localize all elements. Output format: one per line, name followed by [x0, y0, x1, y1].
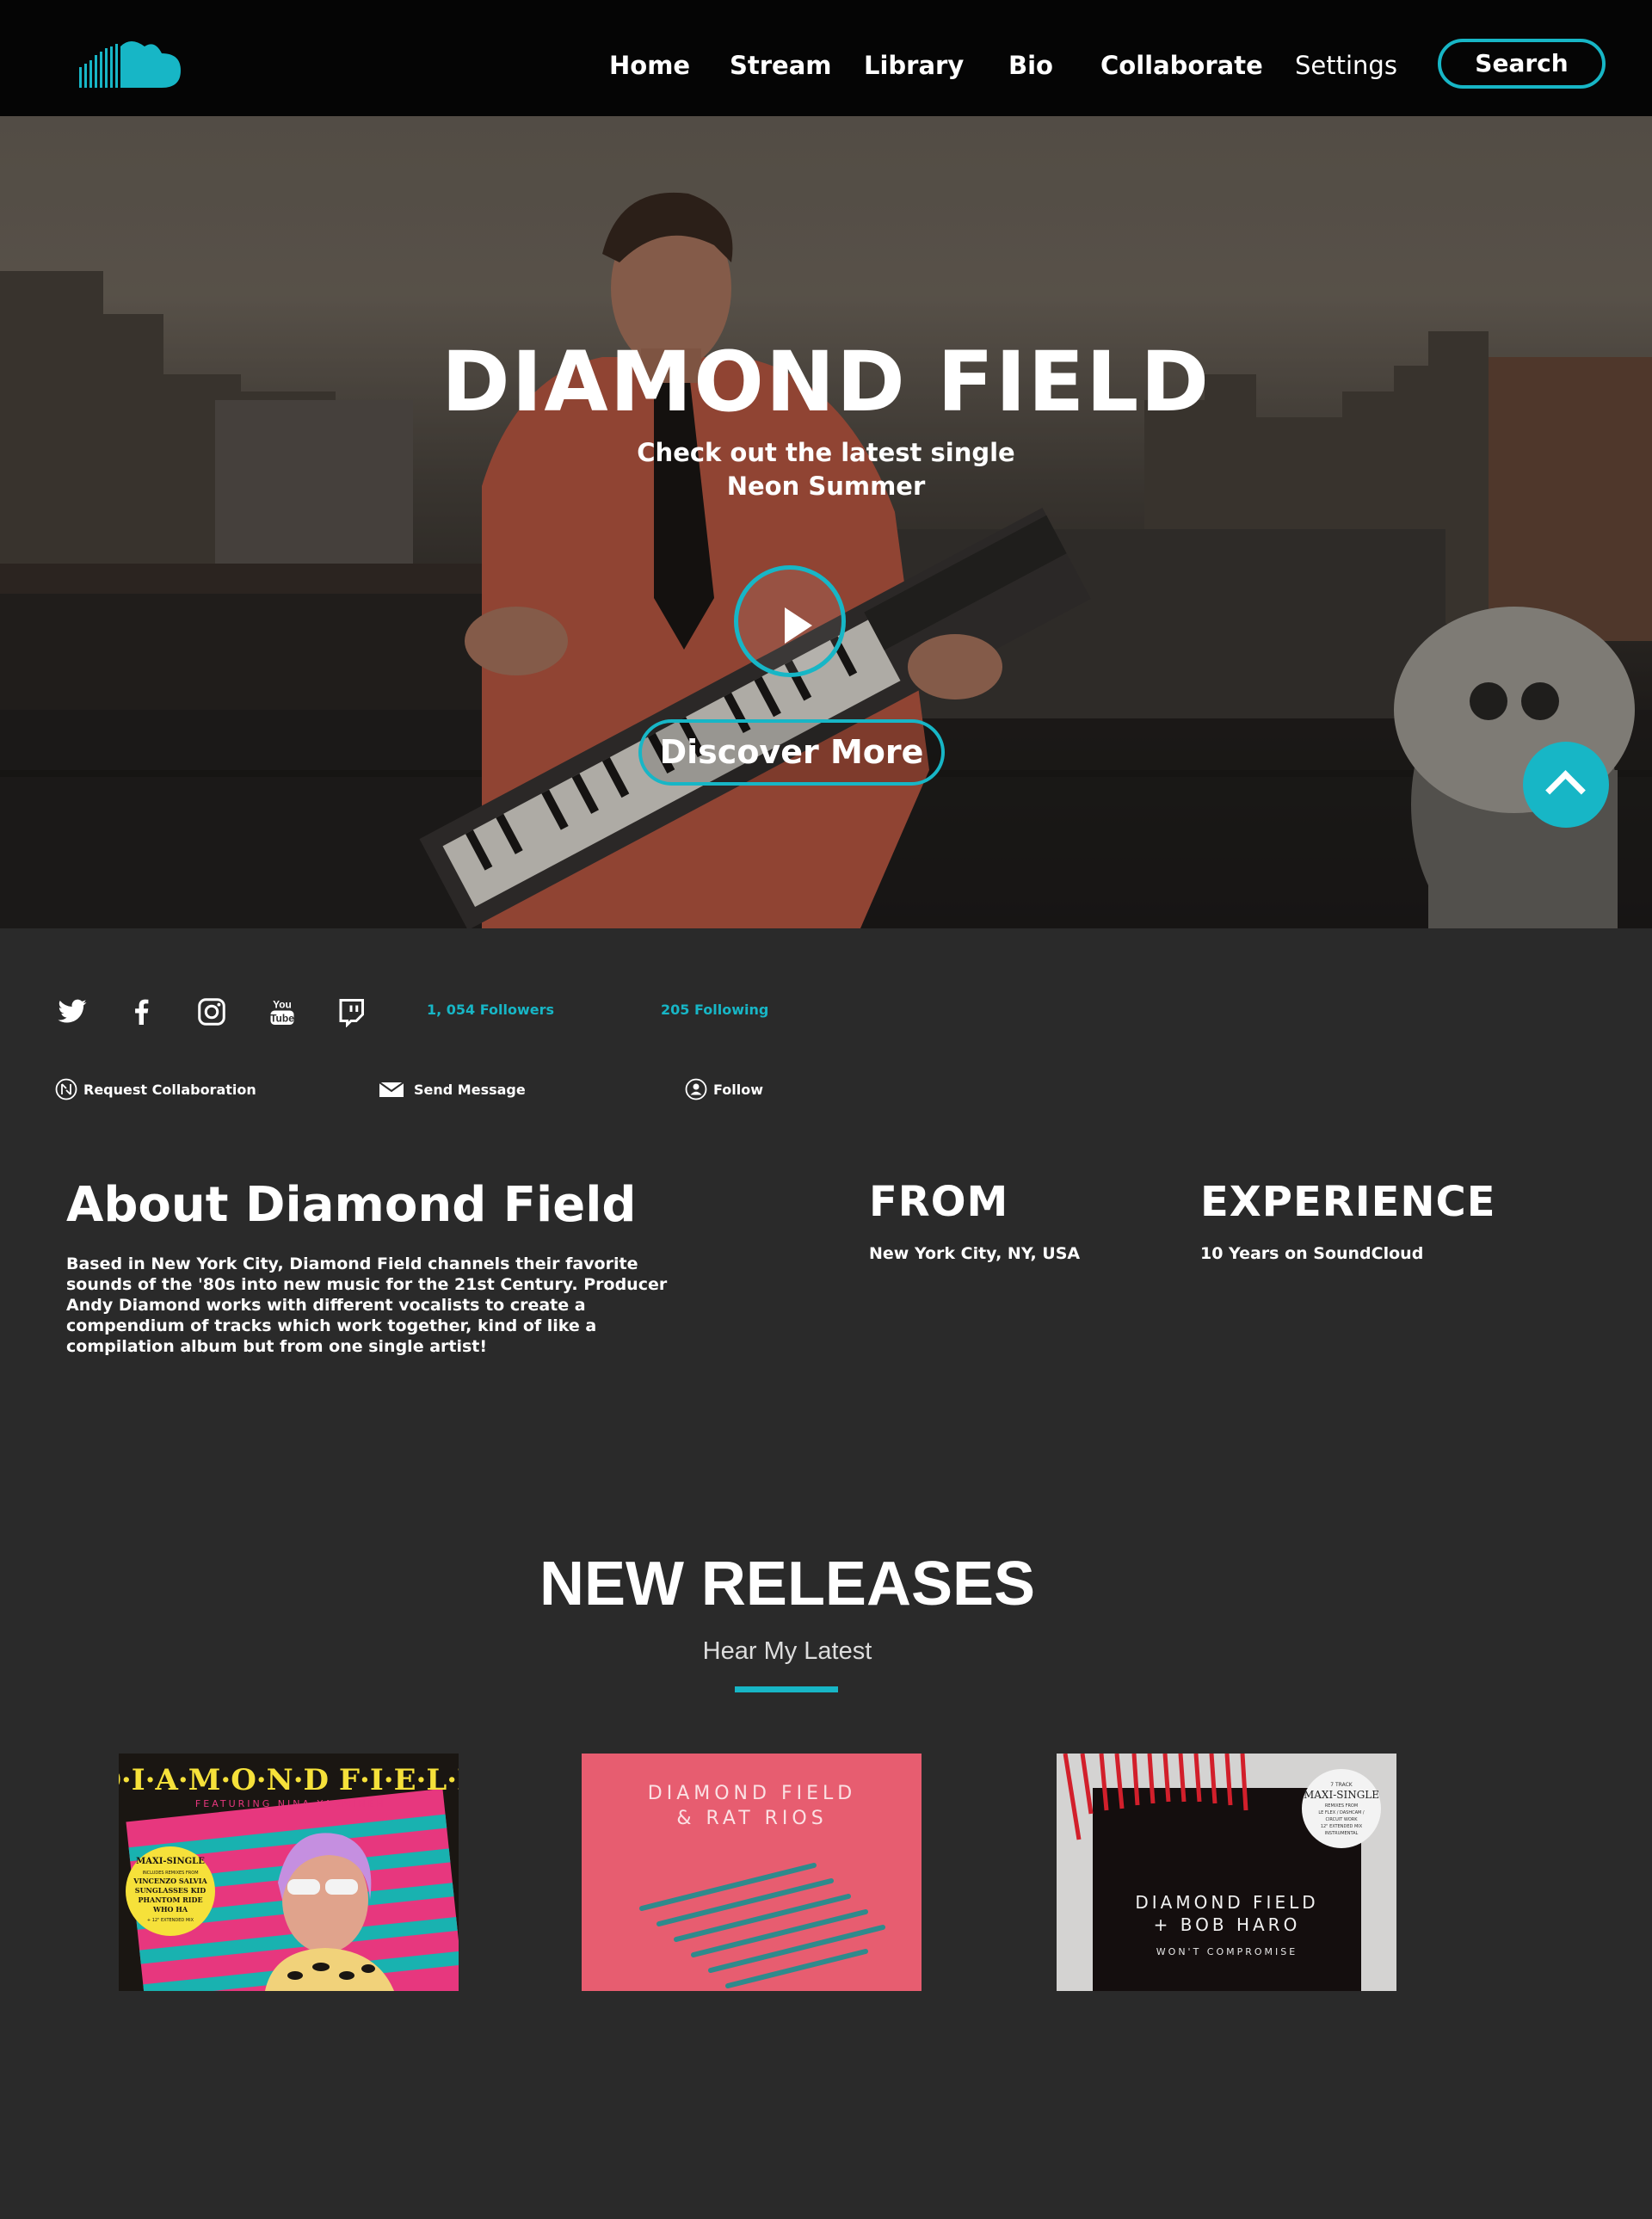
hero-banner: DIAMOND FIELD Check out the latest singl…	[0, 116, 1652, 928]
facebook-icon[interactable]	[126, 996, 157, 1027]
request-collaboration-button[interactable]: Request Collaboration	[55, 1078, 262, 1102]
search-button[interactable]: Search	[1438, 39, 1606, 89]
cover-1-badge-line-3: SUNGLASSES KID	[135, 1886, 206, 1895]
cover-3-line-2: + BOB HARO	[1154, 1914, 1301, 1935]
youtube-icon[interactable]: You Tube	[267, 996, 298, 1027]
nav-collaborate[interactable]: Collaborate	[1100, 48, 1263, 83]
collaboration-icon	[55, 1078, 77, 1100]
send-message-label: Send Message	[414, 1082, 526, 1098]
experience-heading: EXPERIENCE	[1200, 1178, 1496, 1226]
cover-3-badge-line-3: LE FLEX / DASHCAM /	[1318, 1810, 1365, 1815]
new-releases-subtitle: Hear My Latest	[702, 1637, 872, 1665]
send-message-button[interactable]: Send Message	[379, 1078, 533, 1102]
top-navigation-bar: Home Stream Library Bio Collaborate Sett…	[0, 0, 1652, 116]
hero-subtitle: Check out the latest single	[637, 438, 1015, 467]
user-icon	[685, 1078, 707, 1100]
cover-1-badge-line-5: WHO HA	[152, 1905, 188, 1914]
hero-dim-overlay	[0, 116, 1652, 928]
nav-settings[interactable]: Settings	[1295, 48, 1397, 83]
cover-1-badge-line-4: PHANTOM RIDE	[138, 1895, 202, 1904]
cover-1-badge-line-1: INCLUDES REMIXES FROM	[142, 1871, 198, 1876]
follow-button[interactable]: Follow	[685, 1078, 788, 1102]
svg-text:You: You	[273, 999, 292, 1011]
nav-library[interactable]: Library	[864, 48, 964, 83]
follow-label: Follow	[713, 1082, 764, 1098]
release-cover-1[interactable]: D·I·A·M·O·N·D F·I·E·L·D FEATURING NINA Y…	[119, 1754, 459, 1991]
chevron-up-icon[interactable]	[1523, 742, 1609, 828]
from-value: New York City, NY, USA	[869, 1244, 1081, 1263]
cover-3-badge-line-2: REMIXES FROM	[1325, 1803, 1358, 1809]
nav-bio[interactable]: Bio	[1008, 48, 1053, 83]
cover-2-line-1: DIAMOND FIELD	[648, 1783, 856, 1804]
twitter-icon[interactable]	[57, 996, 88, 1027]
cover-1-badge-line-2: VINCENZO SALVIA	[133, 1877, 207, 1885]
cover-1-title: D·I·A·M·O·N·D F·I·E·L·D	[119, 1763, 459, 1797]
nav-home[interactable]: Home	[609, 48, 690, 83]
cover-1-featuring: FEATURING NINA YASMINEH	[195, 1798, 386, 1809]
soundcloud-cloud-icon[interactable]	[79, 41, 181, 89]
cover-3-badge-line-4: CIRCUIT WORK	[1325, 1817, 1358, 1822]
followers-count[interactable]: 1, 054 Followers	[427, 1002, 554, 1018]
hero-title: DIAMOND FIELD	[441, 334, 1211, 430]
request-collaboration-label: Request Collaboration	[83, 1082, 256, 1098]
cover-3-badge-line-1: 7 TRACK	[1330, 1782, 1353, 1788]
cover-1-badge-title: MAXI-SINGLE	[136, 1857, 205, 1866]
about-description: Based in New York City, Diamond Field ch…	[66, 1254, 668, 1356]
envelope-icon	[379, 1082, 404, 1097]
hero-single-name: Neon Summer	[726, 472, 926, 501]
new-releases-title: NEW RELEASES	[539, 1550, 1036, 1618]
cover-2-line-2: & RAT RIOS	[676, 1808, 827, 1829]
nav-stream[interactable]: Stream	[730, 48, 832, 83]
cover-3-badge-line-6: INSTRUMENTAL	[1325, 1831, 1359, 1836]
from-heading: FROM	[869, 1178, 1009, 1226]
cover-3-badge-line-5: 12" EXTENDED MIX	[1321, 1824, 1363, 1829]
section-accent-divider	[735, 1686, 838, 1692]
instagram-icon[interactable]	[196, 996, 227, 1027]
cover-3-badge-title: MAXI-SINGLE	[1304, 1789, 1379, 1801]
release-cover-2[interactable]: DIAMOND FIELD & RAT RIOS	[582, 1754, 922, 1991]
discover-more-button[interactable]: Discover More	[638, 719, 945, 786]
cover-3-line-3: WON'T COMPROMISE	[1156, 1946, 1298, 1957]
twitch-icon[interactable]	[336, 996, 367, 1027]
cover-3-line-1: DIAMOND FIELD	[1135, 1892, 1318, 1913]
experience-value: 10 Years on SoundCloud	[1200, 1244, 1424, 1263]
svg-text:Tube: Tube	[270, 1012, 294, 1024]
release-cover-3[interactable]: 7 TRACK MAXI-SINGLE REMIXES FROM LE FLEX…	[1057, 1754, 1396, 1991]
cover-1-badge-line-6: + 12" EXTENDED MIX	[147, 1918, 194, 1923]
following-count[interactable]: 205 Following	[661, 1002, 768, 1018]
play-icon[interactable]	[734, 565, 846, 677]
about-title: About Diamond Field	[66, 1177, 637, 1233]
